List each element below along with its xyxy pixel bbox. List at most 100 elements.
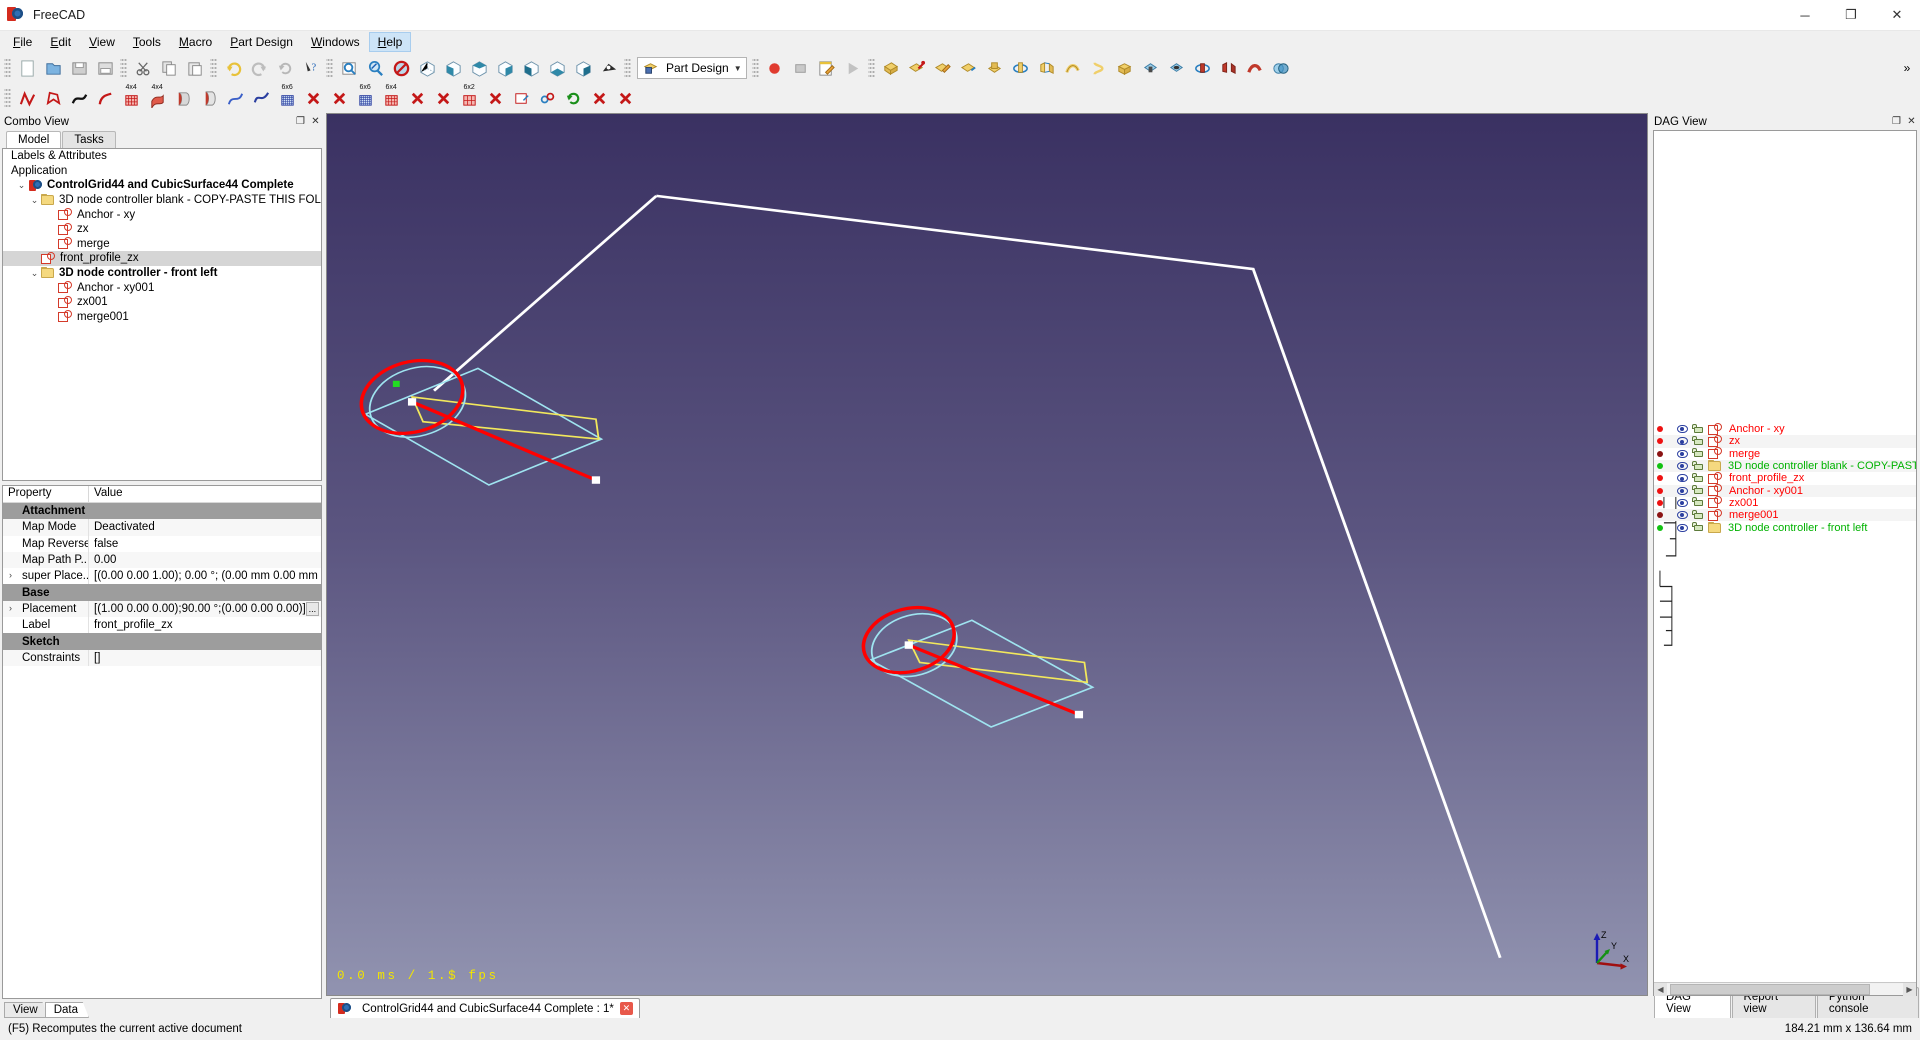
expand-chevron-icon[interactable]: › — [9, 603, 12, 613]
refresh-button[interactable] — [272, 55, 298, 81]
subtractive-pipe-button[interactable] — [1242, 55, 1268, 81]
visibility-eye-icon[interactable] — [1676, 473, 1689, 483]
extrude-profile-button[interactable] — [170, 85, 196, 111]
3d-viewport[interactable]: 0.0 ms / 1.$ fps Z Y X — [326, 113, 1648, 996]
float-icon[interactable]: ❐ — [295, 116, 306, 127]
document-tab[interactable]: ControlGrid44 and CubicSurface44 Complet… — [330, 998, 640, 1018]
scroll-track[interactable] — [1667, 983, 1903, 995]
property-row-label[interactable]: Label front_profile_zx — [3, 617, 321, 634]
property-row-constraints[interactable]: Constraints[] — [3, 649, 321, 666]
toolbar-grip[interactable] — [326, 57, 333, 79]
additive-helix-button[interactable] — [1086, 55, 1112, 81]
tree-item-zx001[interactable]: zx001 — [3, 295, 321, 310]
surface-4x4-button[interactable]: 4x4 — [144, 84, 170, 111]
maximize-button[interactable]: ❐ — [1828, 0, 1874, 31]
save-document-button[interactable] — [66, 55, 92, 81]
property-value[interactable]: [] — [89, 650, 321, 666]
copy-button[interactable] — [156, 55, 182, 81]
property-value[interactable]: [(1.00 0.00 0.00);90.00 °;(0.00 0.00 0.0… — [89, 601, 321, 617]
workbench-selector[interactable]: Part Design ▼ — [637, 57, 747, 79]
toolbar-overflow-button[interactable]: » — [1894, 55, 1920, 81]
scroll-thumb[interactable] — [1670, 983, 1870, 995]
redo-button[interactable] — [246, 55, 272, 81]
touched-hand-icon[interactable] — [1692, 435, 1705, 447]
toolbar-grip[interactable] — [210, 57, 217, 79]
visibility-eye-icon[interactable] — [1676, 436, 1689, 446]
tree-item-3d-node-controller-front-left[interactable]: ⌄ 3D node controller - front left — [3, 266, 321, 281]
bezier-curve-button[interactable] — [66, 85, 92, 111]
property-value[interactable]: 0.00 — [89, 552, 321, 568]
top-view-button[interactable] — [466, 55, 492, 81]
close-icon[interactable]: ✕ — [1906, 116, 1917, 127]
menu-file[interactable]: File — [4, 32, 41, 52]
twisty-expanded-icon[interactable]: ⌄ — [15, 180, 28, 191]
paste-button[interactable] — [182, 55, 208, 81]
tree-item-merge[interactable]: merge — [3, 237, 321, 252]
property-editor-button[interactable]: ... — [305, 601, 319, 616]
additive-primitive-button[interactable] — [1112, 55, 1138, 81]
bottom-view-button[interactable] — [544, 55, 570, 81]
delete-red-7-button[interactable] — [612, 85, 638, 111]
measure-button[interactable] — [596, 55, 622, 81]
dag-node-anchor-xy001[interactable]: Anchor - xy001 — [1654, 484, 1916, 497]
touched-hand-icon[interactable] — [1692, 509, 1705, 521]
hole-button[interactable] — [1164, 55, 1190, 81]
revolution-button[interactable] — [1008, 55, 1034, 81]
dag-node-3d-node-controller-front-left[interactable]: 3D node controller - front left — [1654, 521, 1916, 534]
menu-windows[interactable]: Windows — [302, 32, 369, 52]
tree-item-anchor-xy[interactable]: Anchor - xy — [3, 207, 321, 222]
refresh-green-button[interactable] — [560, 85, 586, 111]
whats-this-button[interactable]: ? — [298, 55, 324, 81]
dag-node-zx[interactable]: zx — [1654, 434, 1916, 448]
touched-hand-icon[interactable] — [1692, 423, 1705, 435]
dag-node-front-profile-zx[interactable]: front_profile_zx — [1654, 471, 1916, 484]
spline-curve-button[interactable] — [92, 85, 118, 111]
macro-stop-button[interactable] — [788, 55, 814, 81]
sketch-map-button[interactable] — [508, 85, 534, 111]
additive-pipe-button[interactable] — [1060, 55, 1086, 81]
touched-hand-icon[interactable] — [1692, 522, 1705, 533]
zoom-button[interactable] — [362, 55, 388, 81]
delete-red-6-button[interactable] — [586, 85, 612, 111]
property-row-map-reversed[interactable]: Map Reversedfalse — [3, 535, 321, 552]
float-icon[interactable]: ❐ — [1891, 116, 1902, 127]
dag-node-merge001[interactable]: merge001 — [1654, 508, 1916, 522]
visibility-eye-icon[interactable] — [1676, 449, 1689, 459]
visibility-eye-icon[interactable] — [1676, 424, 1689, 434]
left-view-button[interactable] — [570, 55, 596, 81]
close-button[interactable]: ✕ — [1874, 0, 1920, 31]
dag-graph[interactable]: Anchor - xy zx merge 3D node controller bla… — [1653, 130, 1917, 996]
open-document-button[interactable] — [40, 55, 66, 81]
close-icon[interactable]: ✕ — [619, 1002, 633, 1015]
link-button[interactable] — [534, 85, 560, 111]
touched-hand-icon[interactable] — [1692, 497, 1705, 508]
visibility-eye-icon[interactable] — [1676, 523, 1689, 533]
delete-red-3-button[interactable] — [404, 85, 430, 111]
draw-style-button[interactable] — [388, 55, 414, 81]
dag-node-3d-node-controller-blank-copy-paste-this-fo[interactable]: 3D node controller blank - COPY-PASTE TH… — [1654, 459, 1916, 473]
right-view-button[interactable] — [492, 55, 518, 81]
dag-horizontal-scrollbar[interactable]: ◀ ▶ — [1654, 982, 1916, 996]
grid-6x2-button[interactable]: 6x2 — [456, 84, 482, 111]
pad-button[interactable] — [982, 55, 1008, 81]
property-row-placement[interactable]: › Placement [(1.00 0.00 0.00);90.00 °;(0.0… — [3, 600, 321, 618]
dag-node-anchor-xy[interactable]: Anchor - xy — [1654, 422, 1916, 435]
twisty-expanded-icon[interactable]: ⌄ — [28, 195, 41, 206]
subtractive-loft-button[interactable] — [1216, 55, 1242, 81]
grid-6x4-button[interactable]: 6x4 — [378, 84, 404, 111]
minimize-button[interactable]: ─ — [1782, 0, 1828, 31]
touched-hand-icon[interactable] — [1692, 448, 1705, 459]
sweep-profile-button[interactable] — [196, 85, 222, 111]
property-value[interactable]: false — [89, 536, 321, 552]
delete-red-2-button[interactable] — [326, 85, 352, 111]
tree-item-anchor-xy001[interactable]: Anchor - xy001 — [3, 280, 321, 295]
toolbar-grip[interactable] — [624, 57, 631, 79]
dag-node-merge[interactable]: merge — [1654, 447, 1916, 460]
boolean-button[interactable] — [1268, 55, 1294, 81]
scroll-right-icon[interactable]: ▶ — [1903, 982, 1916, 996]
menu-tools[interactable]: Tools — [124, 32, 170, 52]
polygon-red-button[interactable] — [40, 85, 66, 111]
cut-button[interactable] — [130, 55, 156, 81]
tab-tasks[interactable]: Tasks — [62, 131, 116, 148]
curve-blue-button[interactable] — [222, 85, 248, 111]
